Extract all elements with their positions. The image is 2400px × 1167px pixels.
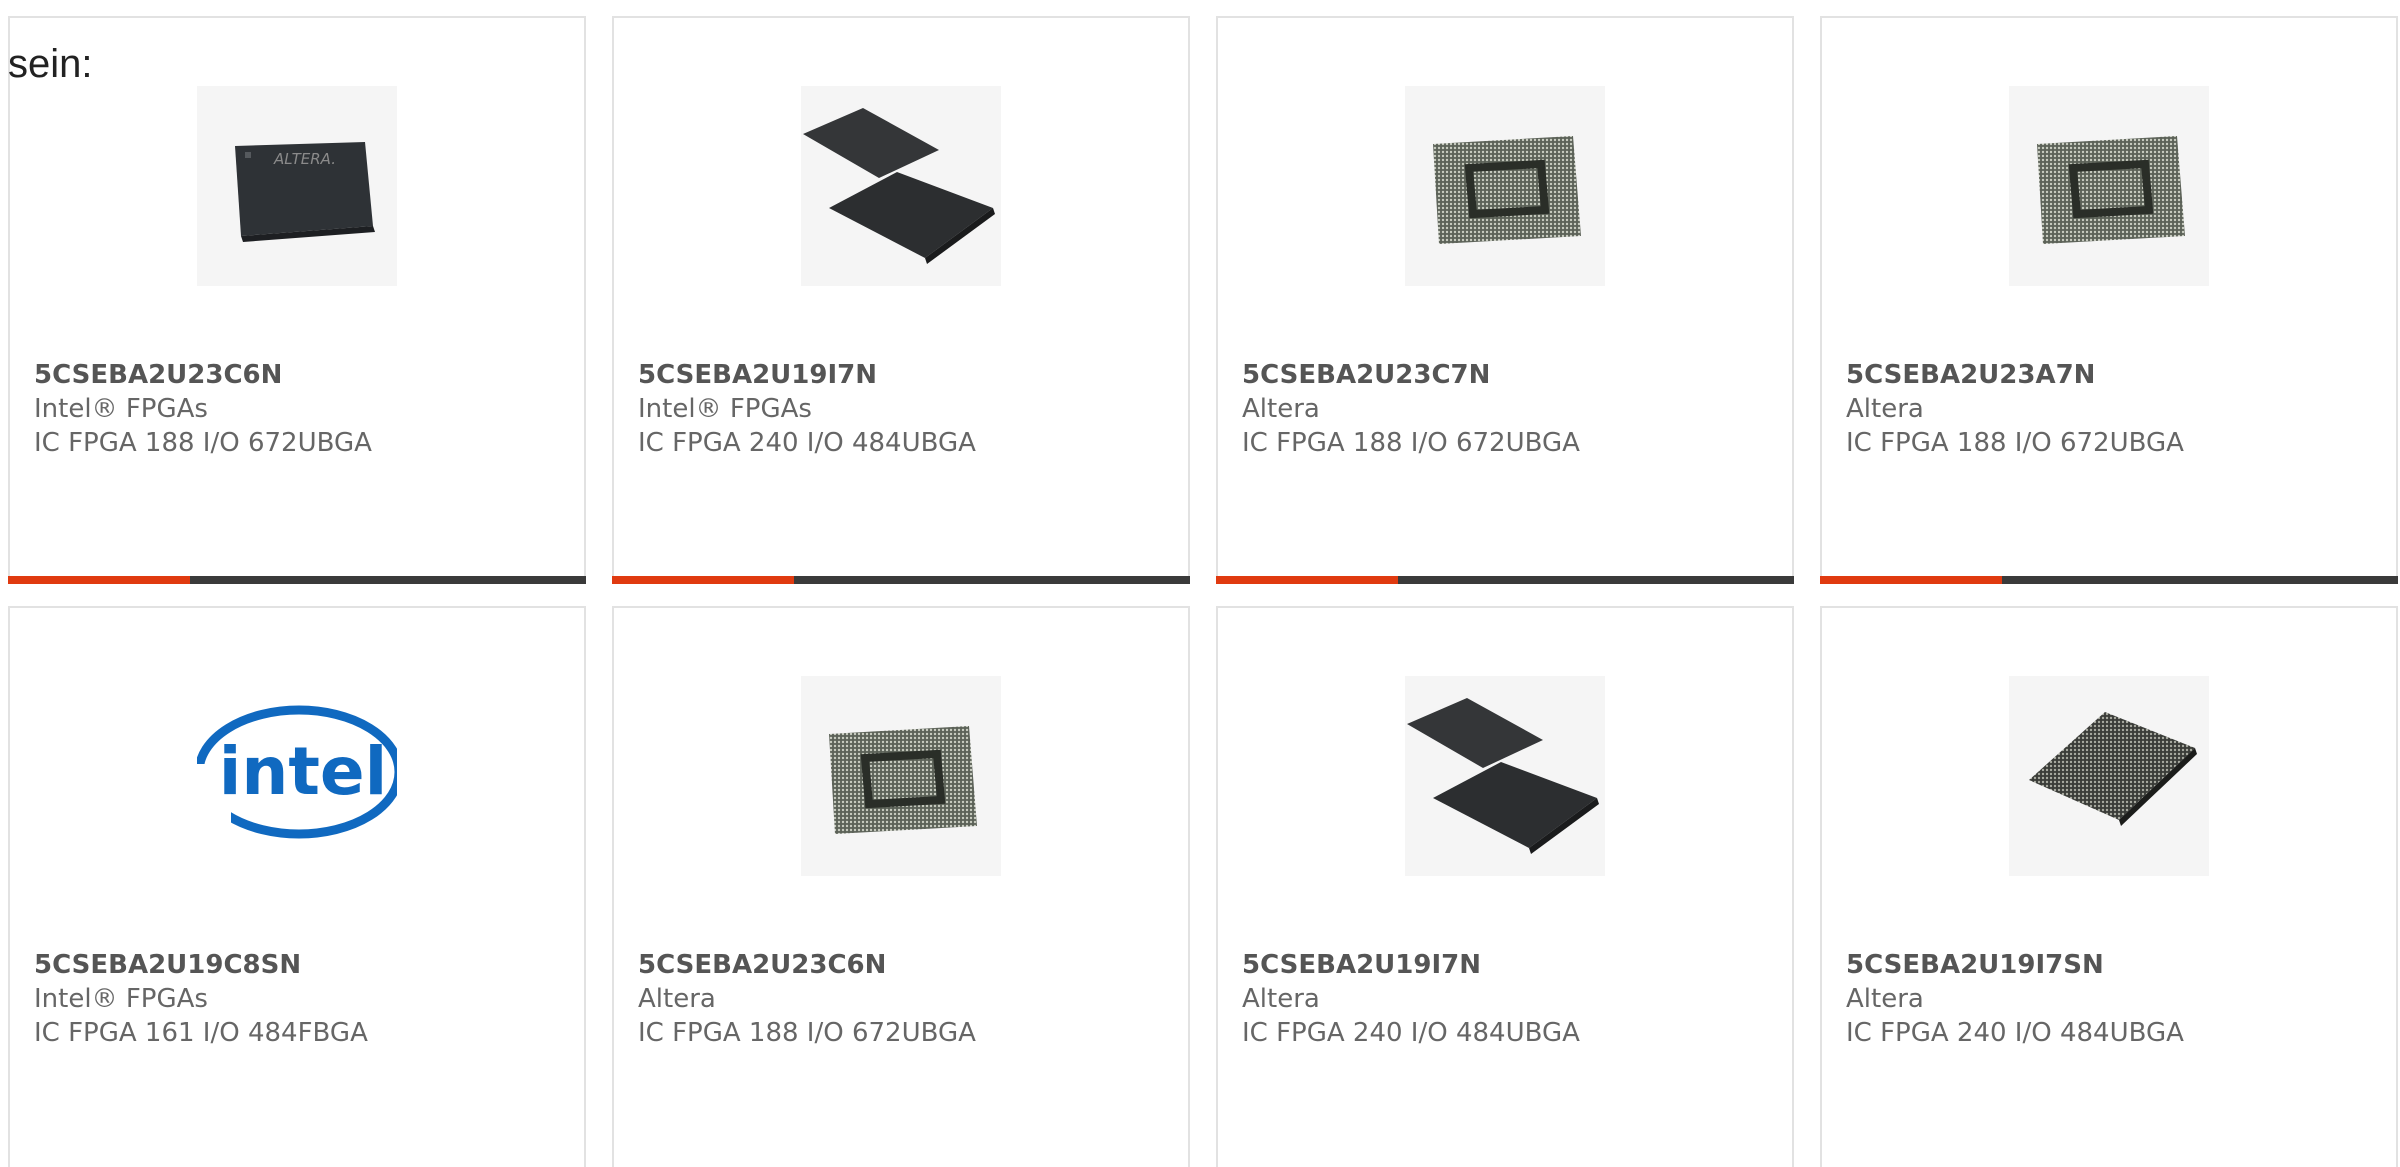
part-number[interactable]: 5CSEBA2U19I7SN <box>1846 948 2380 982</box>
description: IC FPGA 240 I/O 484UBGA <box>638 428 976 458</box>
description: IC FPGA 240 I/O 484UBGA <box>1242 1018 1580 1048</box>
manufacturer: Intel® FPGAs <box>638 394 812 424</box>
intro-text: sein: <box>8 42 93 86</box>
card-bar-accent <box>612 576 794 584</box>
part-number[interactable]: 5CSEBA2U23C6N <box>638 948 1172 982</box>
product-image[interactable] <box>801 86 1001 286</box>
product-card[interactable]: 5CSEBA2U23C6N Altera IC FPGA 188 I/O 672… <box>612 606 1190 1167</box>
product-card[interactable]: 5CSEBA2U23C7N Altera IC FPGA 188 I/O 672… <box>1216 16 1794 584</box>
card-bar-accent <box>8 576 190 584</box>
product-info: 5CSEBA2U23C6N Intel® FPGAs IC FPGA 188 I… <box>34 358 568 460</box>
bga-square-icon <box>829 726 977 834</box>
product-image[interactable]: intel <box>197 676 397 876</box>
description: IC FPGA 188 I/O 672UBGA <box>638 1018 976 1048</box>
product-info: 5CSEBA2U23C7N Altera IC FPGA 188 I/O 672… <box>1242 358 1776 460</box>
part-number[interactable]: 5CSEBA2U23A7N <box>1846 358 2380 392</box>
card-bar <box>1216 576 1794 584</box>
card-bar-accent <box>1216 576 1398 584</box>
intel-logo-icon: intel <box>197 705 397 844</box>
manufacturer: Intel® FPGAs <box>34 394 208 424</box>
bga-square-icon <box>2037 136 2185 244</box>
bga-square-icon <box>1433 136 1581 244</box>
product-image[interactable] <box>1405 676 1605 876</box>
product-image[interactable]: ALTERA. <box>197 86 397 286</box>
manufacturer: Altera <box>1846 394 1924 424</box>
description: IC FPGA 188 I/O 672UBGA <box>1242 428 1580 458</box>
bga-diamond-icon <box>2029 712 2197 826</box>
product-image[interactable] <box>1405 86 1605 286</box>
svg-text:ALTERA.: ALTERA. <box>273 150 336 168</box>
product-grid: ALTERA. 5CSEBA2U23C6N Intel® FPGAs IC FP… <box>8 16 2398 1167</box>
card-bar <box>612 576 1190 584</box>
product-image[interactable] <box>801 676 1001 876</box>
product-info: 5CSEBA2U19I7SN Altera IC FPGA 240 I/O 48… <box>1846 948 2380 1050</box>
chip-logo-top-icon: ALTERA. <box>235 142 375 242</box>
part-number[interactable]: 5CSEBA2U19I7N <box>638 358 1172 392</box>
chip-pair-icon <box>1407 698 1599 854</box>
chip-pair-icon <box>803 108 995 264</box>
product-info: 5CSEBA2U23A7N Altera IC FPGA 188 I/O 672… <box>1846 358 2380 460</box>
product-card[interactable]: 5CSEBA2U19I7N Altera IC FPGA 240 I/O 484… <box>1216 606 1794 1167</box>
product-card[interactable]: intel 5CSEBA2U19C8SN Intel® FPGAs IC FPG… <box>8 606 586 1167</box>
card-bar-accent <box>1820 576 2002 584</box>
product-card[interactable]: 5CSEBA2U19I7SN Altera IC FPGA 240 I/O 48… <box>1820 606 2398 1167</box>
product-card[interactable]: 5CSEBA2U19I7N Intel® FPGAs IC FPGA 240 I… <box>612 16 1190 584</box>
part-number[interactable]: 5CSEBA2U23C7N <box>1242 358 1776 392</box>
description: IC FPGA 161 I/O 484FBGA <box>34 1018 368 1048</box>
page: sein: ALTERA. 5CSEBA2U23C6N Intel® FPGAs… <box>0 0 2400 1167</box>
description: IC FPGA 240 I/O 484UBGA <box>1846 1018 2184 1048</box>
manufacturer: Altera <box>638 984 716 1014</box>
part-number[interactable]: 5CSEBA2U23C6N <box>34 358 568 392</box>
card-bar <box>1820 576 2398 584</box>
description: IC FPGA 188 I/O 672UBGA <box>1846 428 2184 458</box>
product-info: 5CSEBA2U19I7N Intel® FPGAs IC FPGA 240 I… <box>638 358 1172 460</box>
manufacturer: Altera <box>1242 984 1320 1014</box>
product-info: 5CSEBA2U23C6N Altera IC FPGA 188 I/O 672… <box>638 948 1172 1050</box>
part-number[interactable]: 5CSEBA2U19C8SN <box>34 948 568 982</box>
description: IC FPGA 188 I/O 672UBGA <box>34 428 372 458</box>
manufacturer: Altera <box>1846 984 1924 1014</box>
product-card[interactable]: ALTERA. 5CSEBA2U23C6N Intel® FPGAs IC FP… <box>8 16 586 584</box>
product-image[interactable] <box>2009 676 2209 876</box>
product-card[interactable]: 5CSEBA2U23A7N Altera IC FPGA 188 I/O 672… <box>1820 16 2398 584</box>
manufacturer: Altera <box>1242 394 1320 424</box>
product-info: 5CSEBA2U19C8SN Intel® FPGAs IC FPGA 161 … <box>34 948 568 1050</box>
intel-logo-text: intel <box>219 733 388 810</box>
product-info: 5CSEBA2U19I7N Altera IC FPGA 240 I/O 484… <box>1242 948 1776 1050</box>
product-image[interactable] <box>2009 86 2209 286</box>
part-number[interactable]: 5CSEBA2U19I7N <box>1242 948 1776 982</box>
card-bar <box>8 576 586 584</box>
manufacturer: Intel® FPGAs <box>34 984 208 1014</box>
